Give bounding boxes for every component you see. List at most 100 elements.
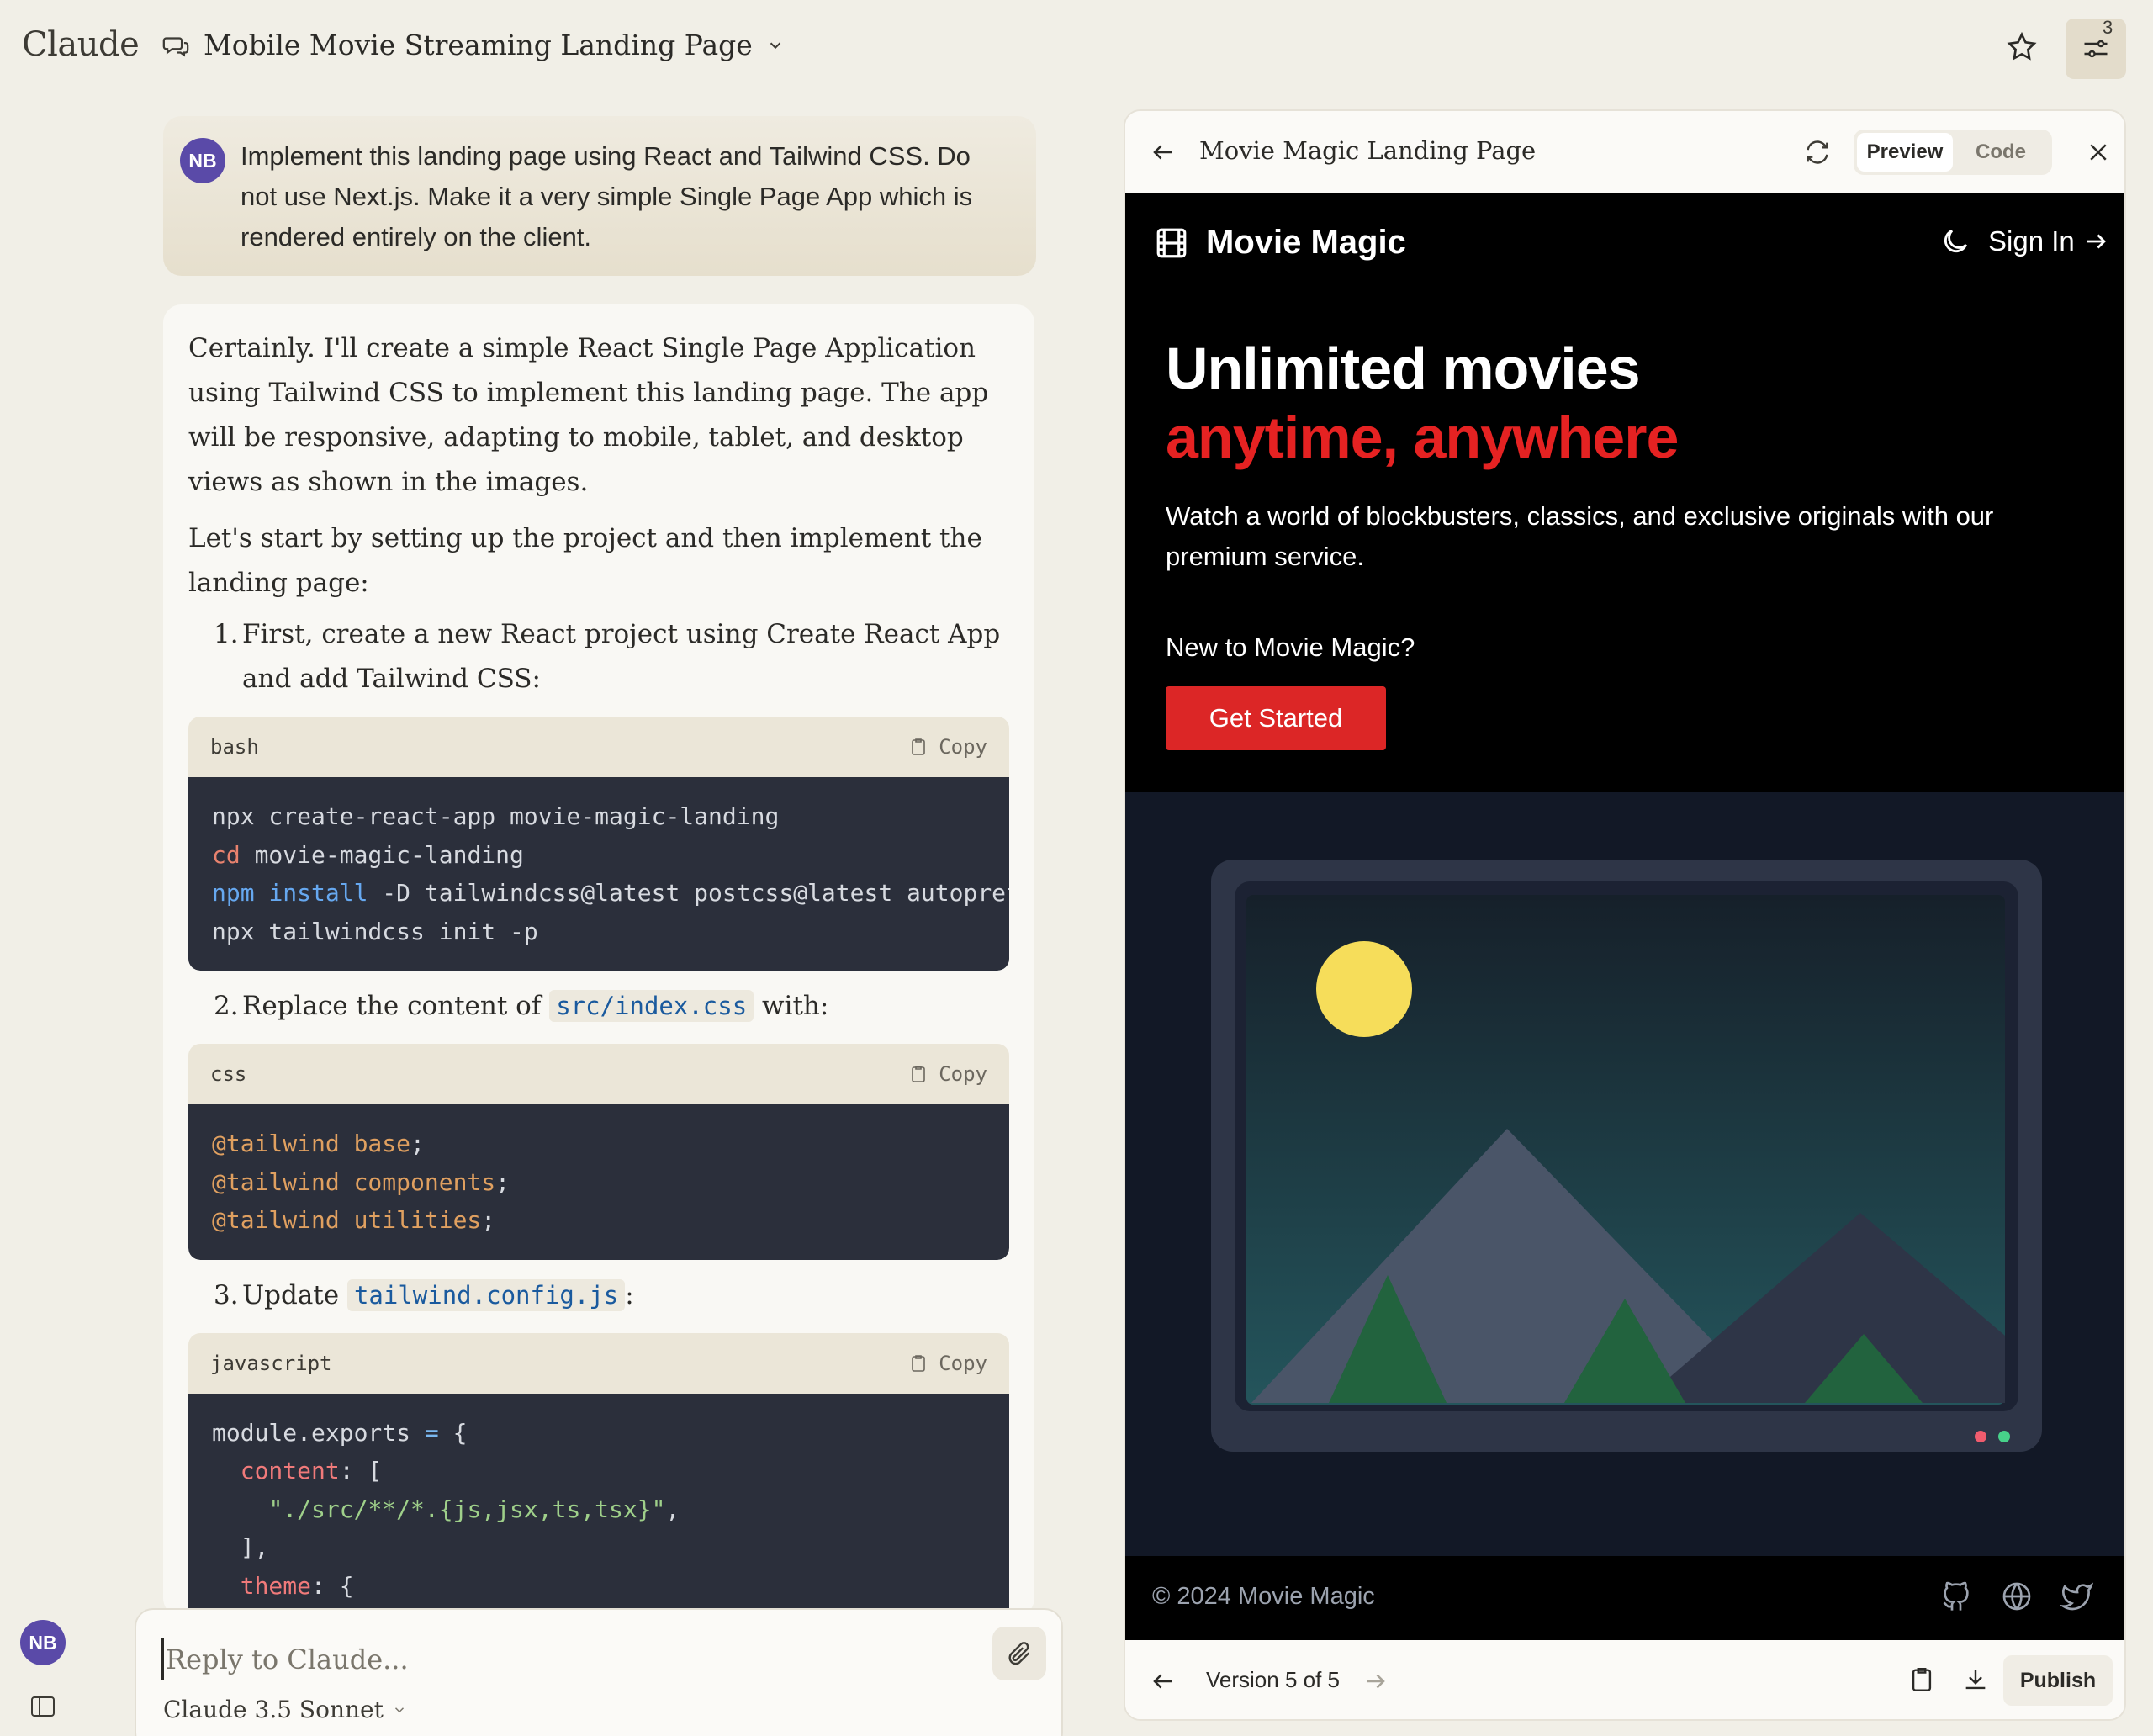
copy-label: Copy — [939, 1062, 987, 1086]
version-label: Version 5 of 5 — [1206, 1667, 1340, 1692]
twitter-icon[interactable] — [2060, 1580, 2094, 1613]
sign-in-link[interactable]: Sign In — [1988, 225, 2108, 257]
refresh-button[interactable] — [1803, 138, 1832, 171]
copy-button[interactable]: Copy — [908, 1352, 987, 1375]
user-message-text: Implement this landing page using React … — [241, 141, 973, 251]
chat-bubbles-icon — [162, 36, 189, 56]
sidebar-toggle-button[interactable] — [30, 1696, 56, 1717]
reply-input[interactable] — [161, 1638, 918, 1680]
code-block: javascript Copy module.exports = { conte… — [188, 1332, 1009, 1617]
copy-icon — [912, 1066, 926, 1082]
code-header: css Copy — [188, 1044, 1009, 1104]
inline-code: src/index.css — [549, 990, 754, 1022]
code-content: @tailwind base; @tailwind components; @t… — [188, 1104, 1009, 1260]
list-number: 3. — [214, 1279, 239, 1310]
publish-button[interactable]: Publish — [2003, 1655, 2113, 1706]
star-icon — [2007, 31, 2037, 61]
hero-title-accent: anytime, anywhere — [1166, 405, 1679, 470]
sidebar-toggle-icon — [31, 1696, 55, 1717]
settings-button[interactable] — [2066, 19, 2126, 79]
copy-button[interactable]: Copy — [908, 1062, 987, 1086]
back-button[interactable] — [1151, 140, 1176, 169]
copy-label: Copy — [939, 735, 987, 759]
artifact-header: Movie Magic Landing Page Preview Code — [1125, 111, 2124, 193]
user-message: NB Implement this landing page using Rea… — [163, 116, 1036, 276]
get-started-button[interactable]: Get Started — [1166, 686, 1386, 750]
paperclip-icon — [1008, 1642, 1030, 1665]
tab-preview[interactable]: Preview — [1857, 133, 1953, 172]
list-item: 1. First, create a new React project usin… — [188, 612, 1009, 701]
preview-nav-actions: Sign In — [1939, 225, 2108, 257]
model-name: Claude 3.5 Sonnet — [163, 1696, 384, 1723]
tv-illustration — [1211, 860, 2042, 1452]
code-content: npx create-react-app movie-magic-landing… — [188, 777, 1009, 971]
download-icon — [1965, 1670, 1986, 1690]
code-header: javascript Copy — [188, 1332, 1009, 1394]
artifact-panel: Movie Magic Landing Page Preview Code Mo… — [1124, 109, 2126, 1721]
preview-footer: © 2024 Movie Magic — [1125, 1556, 2124, 1640]
new-user-prompt: New to Movie Magic? — [1166, 632, 1415, 662]
tab-code[interactable]: Code — [1953, 133, 2049, 172]
moon-icon[interactable] — [1939, 225, 1971, 257]
code-block: bash Copy npx create-react-app movie-mag… — [188, 717, 1009, 971]
preview-frame: Movie Magic Sign In Unlimited movies any… — [1125, 193, 2124, 1640]
list-number: 2. — [214, 991, 239, 1021]
hero-illustration-section — [1125, 792, 2124, 1556]
arrow-left-icon — [1153, 145, 1172, 160]
list-item-text: and add Tailwind CSS: — [242, 664, 541, 694]
arrow-right-icon — [2087, 234, 2106, 249]
attach-button[interactable] — [992, 1627, 1046, 1680]
list-item: 3. Update tailwind.config.js: — [188, 1273, 1009, 1318]
refresh-icon — [1807, 140, 1828, 164]
globe-icon[interactable] — [2000, 1580, 2034, 1613]
list-item: 2. Replace the content of src/index.css w… — [188, 984, 1009, 1029]
artifact-footer: Version 5 of 5 Publish — [1125, 1640, 2124, 1719]
model-selector[interactable]: Claude 3.5 Sonnet — [163, 1696, 407, 1723]
close-button[interactable] — [2086, 140, 2111, 169]
hero-title: Unlimited movies — [1166, 336, 1641, 401]
preview-brand[interactable]: Movie Magic — [1154, 224, 1406, 262]
code-language: javascript — [210, 1351, 332, 1375]
close-icon — [2090, 144, 2107, 161]
assistant-paragraph: Certainly. I'll create a simple React Si… — [188, 333, 989, 497]
user-avatar: NB — [180, 138, 225, 183]
preview-navbar: Movie Magic Sign In — [1125, 193, 2124, 294]
inline-code: tailwind.config.js — [346, 1278, 626, 1311]
copy-icon — [912, 738, 926, 755]
copyright-text: © 2024 Movie Magic — [1152, 1583, 1375, 1610]
view-toggle: Preview Code — [1854, 130, 2052, 175]
github-icon[interactable] — [1939, 1580, 1973, 1613]
copy-artifact-button[interactable] — [1907, 1665, 1936, 1698]
hero-subtitle: Watch a world of blockbusters, classics,… — [1166, 501, 1994, 571]
list-item-text: Update — [242, 1279, 347, 1310]
chevron-down-icon — [394, 1707, 404, 1712]
account-avatar[interactable]: NB — [20, 1620, 66, 1665]
favorite-button[interactable] — [2005, 30, 2042, 67]
previous-version-button[interactable] — [1151, 1669, 1176, 1698]
code-block: css Copy @tailwind base; @tailwind compo… — [188, 1044, 1009, 1260]
brand-name: Movie Magic — [1206, 224, 1406, 261]
next-version-button[interactable] — [1362, 1669, 1388, 1698]
arrow-right-icon — [1367, 1674, 1385, 1689]
top-bar: Claude Mobile Movie Streaming Landing Pa… — [0, 0, 2153, 97]
download-button[interactable] — [1961, 1665, 1990, 1698]
arrow-left-icon — [1153, 1674, 1172, 1689]
copy-icon — [912, 1354, 926, 1372]
chat-title-menu[interactable]: Mobile Movie Streaming Landing Page — [161, 29, 785, 61]
artifact-title: Movie Magic Landing Page — [1199, 136, 1537, 165]
claude-logo[interactable]: Claude — [22, 25, 140, 64]
code-language: css — [210, 1062, 247, 1086]
chat-title: Mobile Movie Streaming Landing Page — [204, 29, 753, 61]
assistant-paragraph: Let's start by setting up the project an… — [188, 523, 982, 598]
copy-button[interactable]: Copy — [908, 735, 987, 759]
list-item-text: with: — [754, 991, 829, 1021]
code-content: module.exports = { content: [ "./src/**/… — [188, 1393, 1009, 1617]
settings-badge: 3 — [2103, 17, 2113, 38]
reply-box: Claude 3.5 Sonnet — [135, 1608, 1063, 1736]
list-item-text: First, create a new React project using … — [242, 619, 1001, 649]
code-header: bash Copy — [188, 717, 1009, 777]
assistant-message: Certainly. I'll create a simple React Si… — [163, 304, 1034, 1617]
copy-label: Copy — [939, 1351, 987, 1375]
list-item-text: Replace the content of — [242, 991, 550, 1021]
code-language: bash — [210, 735, 259, 759]
